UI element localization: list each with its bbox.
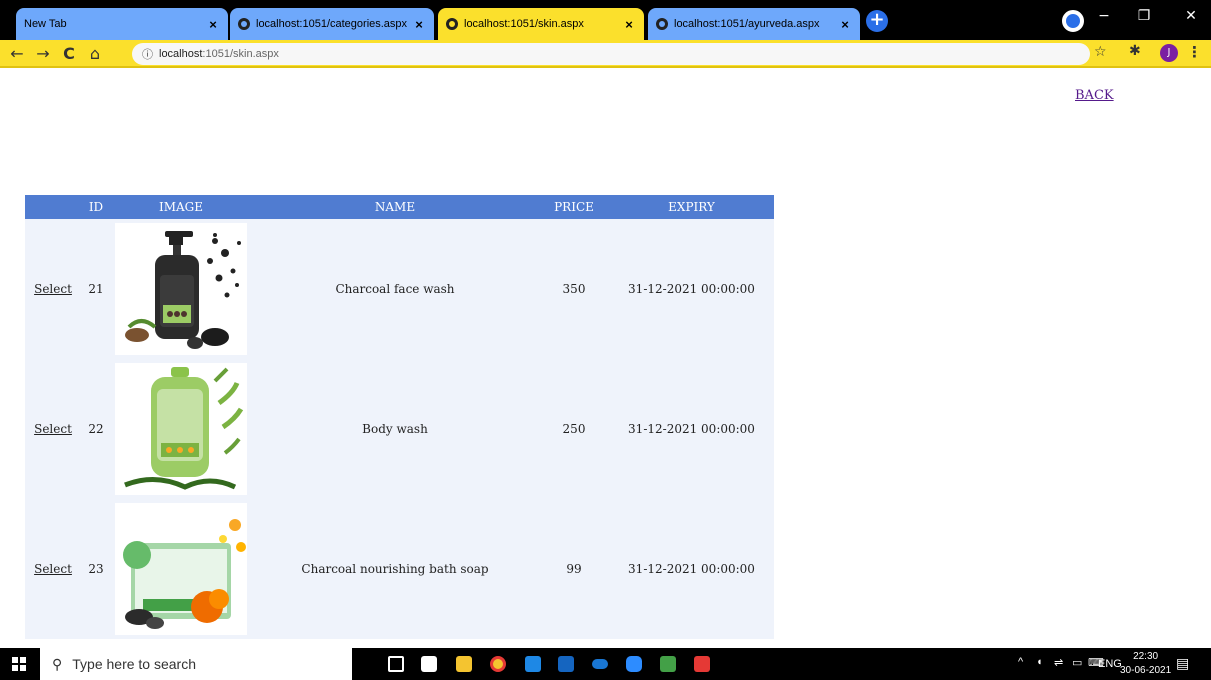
tab-title: localhost:1051/skin.aspx — [464, 18, 584, 30]
url-path: :1051/skin.aspx — [202, 48, 279, 60]
avatar[interactable]: J — [1160, 44, 1178, 62]
column-header-name: NAME — [251, 195, 539, 219]
table-row: Select 22 Body wash 250 31-12-2021 00:00… — [25, 359, 774, 499]
store-icon[interactable] — [421, 656, 437, 672]
column-header-expiry: EXPIRY — [609, 195, 774, 219]
search-placeholder: Type here to search — [72, 656, 197, 672]
office-icon[interactable] — [694, 656, 710, 672]
cell-name: Body wash — [251, 359, 539, 499]
globe-icon — [446, 18, 458, 30]
menu-kebab-icon[interactable]: ⋮ — [1187, 43, 1202, 61]
select-link[interactable]: Select — [34, 422, 72, 436]
taskbar: ⚲ Type here to search ^ ◖ ⇌ ▭ ⌨ ENG 22:3… — [0, 648, 1211, 680]
close-icon[interactable]: × — [622, 17, 636, 32]
body-wash-image — [115, 363, 247, 495]
clock-time: 22:30 — [1133, 651, 1159, 662]
restore-icon[interactable]: ❐ — [1129, 8, 1159, 24]
network-icon[interactable]: ⇌ — [1054, 656, 1063, 669]
home-icon[interactable]: ⌂ — [86, 44, 104, 63]
tab-title: New Tab — [24, 18, 67, 30]
back-link[interactable]: BACK — [1075, 88, 1114, 103]
file-explorer-icon[interactable] — [456, 656, 472, 672]
charcoal-face-wash-image — [115, 223, 247, 355]
globe-icon — [238, 18, 250, 30]
app-icon[interactable] — [558, 656, 574, 672]
clock-date: 30-06-2021 — [1120, 665, 1172, 676]
extensions-icon[interactable]: ✱ — [1129, 43, 1141, 59]
tab-strip: New Tab × localhost:1051/categories.aspx… — [0, 0, 1211, 40]
tab-new-tab[interactable]: New Tab × — [16, 8, 228, 40]
address-bar[interactable]: ⓘ localhost:1051/skin.aspx — [132, 43, 1090, 65]
volume-icon[interactable]: ◖ — [1036, 656, 1043, 668]
language-indicator[interactable]: ENG — [1098, 658, 1122, 670]
window-close-icon[interactable]: ✕ — [1176, 8, 1206, 24]
column-header-select — [25, 195, 81, 219]
select-link[interactable]: Select — [34, 282, 72, 296]
cell-id: 23 — [81, 499, 111, 639]
cell-expiry: 31-12-2021 00:00:00 — [609, 499, 774, 639]
globe-icon — [656, 18, 668, 30]
taskbar-search-box[interactable]: ⚲ Type here to search — [40, 648, 352, 680]
zoom-icon[interactable] — [626, 656, 642, 672]
cell-price: 99 — [539, 499, 609, 639]
back-arrow-icon[interactable]: ← — [8, 44, 26, 63]
clock[interactable]: 22:30 30-06-2021 — [1120, 650, 1171, 678]
product-image — [115, 223, 247, 355]
tab-ayurveda[interactable]: localhost:1051/ayurveda.aspx × — [648, 8, 860, 40]
grid-header-row: ID IMAGE NAME PRICE EXPIRY — [25, 195, 774, 219]
product-image — [115, 363, 247, 495]
project-icon[interactable] — [660, 656, 676, 672]
chevron-up-icon[interactable]: ^ — [1018, 656, 1023, 668]
reload-icon[interactable]: C — [60, 44, 78, 63]
cell-expiry: 31-12-2021 00:00:00 — [609, 359, 774, 499]
products-grid: ID IMAGE NAME PRICE EXPIRY Select 21 Cha… — [25, 195, 774, 639]
table-row: Select 21 Charcoal face wash 350 31-12-2… — [25, 219, 774, 359]
task-view-icon[interactable] — [388, 656, 404, 672]
close-icon[interactable]: × — [206, 17, 220, 32]
toolbar: ← → C ⌂ ⓘ localhost:1051/skin.aspx ☆ ✱ J… — [0, 40, 1211, 68]
info-icon[interactable]: ⓘ — [142, 46, 153, 62]
column-header-image: IMAGE — [111, 195, 251, 219]
bath-soap-image — [115, 503, 247, 635]
cell-expiry: 31-12-2021 00:00:00 — [609, 219, 774, 359]
cell-id: 22 — [81, 359, 111, 499]
tab-skin[interactable]: localhost:1051/skin.aspx × — [438, 8, 644, 40]
chrome-icon[interactable] — [490, 656, 506, 672]
close-icon[interactable]: × — [838, 17, 852, 32]
new-tab-button[interactable]: + — [866, 10, 888, 32]
tab-title: localhost:1051/categories.aspx — [256, 18, 408, 30]
windows-start-icon[interactable] — [12, 657, 26, 671]
tab-title: localhost:1051/ayurveda.aspx — [674, 18, 820, 30]
column-header-id: ID — [81, 195, 111, 219]
bookmark-star-icon[interactable]: ☆ — [1094, 44, 1107, 60]
cell-id: 21 — [81, 219, 111, 359]
battery-icon[interactable]: ▭ — [1072, 656, 1082, 669]
cell-name: Charcoal nourishing bath soap — [251, 499, 539, 639]
table-row: Select 23 Charcoal nourishing bath soap … — [25, 499, 774, 639]
select-link[interactable]: Select — [34, 562, 72, 576]
forward-arrow-icon[interactable]: → — [34, 44, 52, 63]
url-host: localhost — [159, 48, 203, 60]
search-icon: ⚲ — [52, 655, 63, 672]
cell-name: Charcoal face wash — [251, 219, 539, 359]
tab-categories[interactable]: localhost:1051/categories.aspx × — [230, 8, 434, 40]
column-header-price: PRICE — [539, 195, 609, 219]
word-icon[interactable] — [525, 656, 541, 672]
notification-icon[interactable]: ▤ — [1176, 656, 1189, 672]
product-image — [115, 503, 247, 635]
infinity-icon[interactable] — [592, 659, 608, 669]
minimize-icon[interactable]: − — [1089, 8, 1119, 24]
cell-price: 350 — [539, 219, 609, 359]
browser-profile-icon[interactable] — [1062, 10, 1084, 32]
cell-price: 250 — [539, 359, 609, 499]
close-icon[interactable]: × — [412, 17, 426, 32]
